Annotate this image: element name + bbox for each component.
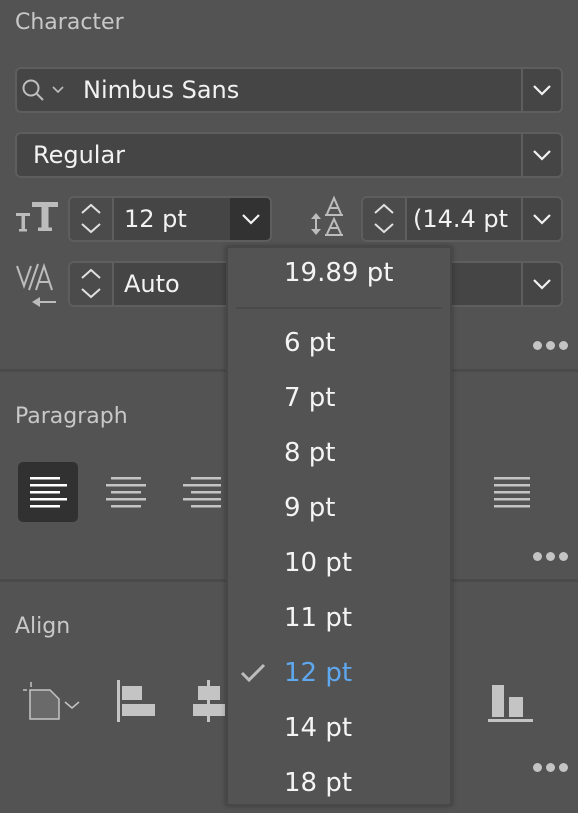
menu-item-label: 18 pt [284, 768, 353, 798]
menu-item-label: 12 pt [284, 658, 353, 688]
chevron-down-icon [533, 85, 551, 96]
dot-icon [559, 552, 568, 561]
chevron-down-icon [242, 214, 260, 225]
leading-stepper[interactable] [363, 198, 407, 240]
chevron-down-icon[interactable] [373, 222, 395, 234]
menu-item-font-size[interactable]: 14 pt [228, 703, 450, 758]
menu-item-label: 6 pt [284, 328, 336, 358]
align-bottom-edges-button[interactable] [488, 680, 536, 728]
dot-icon [546, 341, 555, 350]
menu-item-label: 10 pt [284, 548, 353, 578]
menu-item-font-size[interactable]: 7 pt [228, 373, 450, 428]
align-center-button[interactable] [96, 462, 156, 522]
menu-item-label: 8 pt [284, 438, 336, 468]
align-to-selection-button[interactable] [20, 680, 86, 726]
character-more-options-button[interactable] [533, 341, 568, 350]
font-size-value[interactable]: 12 pt [124, 198, 187, 240]
leading-value[interactable]: (14.4 pt [413, 198, 521, 240]
chevron-up-icon[interactable] [80, 268, 102, 280]
align-center-icon [106, 477, 146, 508]
dot-icon [546, 763, 555, 772]
search-icon[interactable] [21, 78, 71, 108]
menu-separator [236, 307, 442, 309]
align-more-options-button[interactable] [533, 763, 568, 772]
tracking-dropdown-button[interactable] [521, 263, 561, 305]
horizontal-align-center-icon [193, 680, 225, 722]
font-family-value[interactable]: Nimbus Sans [83, 69, 239, 111]
kerning-stepper[interactable] [70, 263, 114, 305]
character-section-title: Character [15, 10, 124, 35]
font-style-dropdown-button[interactable] [521, 134, 561, 176]
menu-item-label: 7 pt [284, 383, 336, 413]
font-family-field[interactable]: Nimbus Sans [15, 67, 563, 113]
menu-item-font-size[interactable]: 8 pt [228, 428, 450, 483]
menu-item-label: 9 pt [284, 493, 336, 523]
leading-dropdown-button[interactable] [521, 198, 561, 240]
horizontal-align-left-icon [117, 680, 155, 722]
chevron-down-icon [533, 150, 551, 161]
font-family-dropdown-button[interactable] [521, 69, 561, 111]
justify-all-icon [494, 477, 530, 508]
align-left-button[interactable] [18, 462, 78, 522]
paragraph-more-options-button[interactable] [533, 552, 568, 561]
kerning-value[interactable]: Auto [124, 263, 180, 305]
leading-field[interactable]: (14.4 pt [361, 196, 563, 242]
leading-icon [308, 195, 354, 245]
font-size-dropdown-button[interactable] [230, 198, 270, 240]
chevron-down-icon [533, 279, 551, 290]
kerning-icon [14, 262, 62, 312]
chevron-down-icon[interactable] [80, 222, 102, 234]
vertical-align-bottom-icon [488, 685, 533, 722]
menu-item-recent[interactable]: 19.89 pt [228, 248, 450, 303]
align-left-icon [30, 477, 67, 508]
font-style-field[interactable]: Regular [15, 132, 563, 178]
chevron-down-icon [533, 214, 551, 225]
menu-item-label: 19.89 pt [284, 258, 394, 288]
checkmark-icon [240, 663, 266, 683]
font-style-value[interactable]: Regular [33, 134, 125, 176]
align-left-edges-button[interactable] [114, 678, 160, 728]
align-right-button[interactable] [172, 462, 232, 522]
menu-item-label: 11 pt [284, 603, 353, 633]
chevron-up-icon[interactable] [80, 203, 102, 215]
chevron-down-icon[interactable] [80, 287, 102, 299]
paragraph-section-title: Paragraph [15, 404, 128, 429]
font-size-stepper[interactable] [70, 198, 114, 240]
menu-item-font-size[interactable]: 6 pt [228, 318, 450, 373]
align-to-icon [23, 682, 80, 720]
chevron-up-icon[interactable] [373, 203, 395, 215]
align-section-title: Align [15, 614, 71, 639]
dot-icon [559, 341, 568, 350]
menu-item-font-size[interactable]: 11 pt [228, 593, 450, 648]
align-horizontal-center-button[interactable] [192, 678, 226, 728]
dot-icon [546, 552, 555, 561]
menu-item-label: 14 pt [284, 713, 353, 743]
align-right-icon [183, 477, 221, 508]
dot-icon [533, 341, 542, 350]
menu-item-font-size[interactable]: 12 pt [228, 648, 450, 703]
menu-item-font-size[interactable]: 9 pt [228, 483, 450, 538]
dot-icon [533, 763, 542, 772]
font-size-field[interactable]: 12 pt [68, 196, 272, 242]
dot-icon [533, 552, 542, 561]
menu-item-font-size[interactable]: 10 pt [228, 538, 450, 593]
dot-icon [559, 763, 568, 772]
font-size-dropdown-menu: 19.89 pt 6 pt 7 pt 8 pt 9 pt 10 pt 11 pt 12 pt… [226, 246, 452, 806]
font-size-icon [14, 199, 62, 239]
justify-all-button[interactable] [482, 462, 542, 522]
